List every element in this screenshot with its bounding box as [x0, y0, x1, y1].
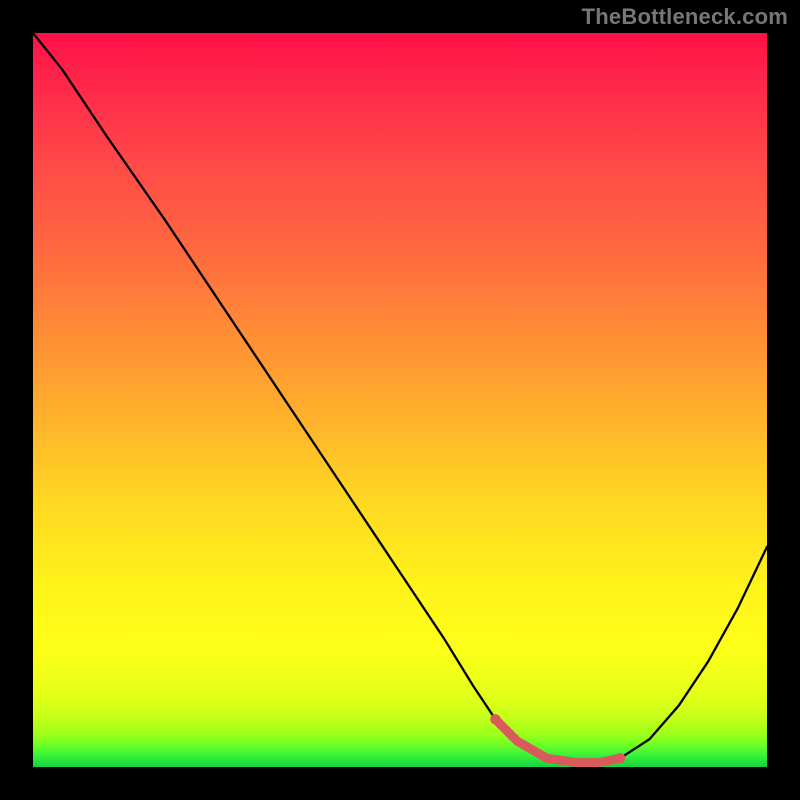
attribution-text: TheBottleneck.com: [582, 4, 788, 30]
chart-frame: TheBottleneck.com: [0, 0, 800, 800]
plot-gradient-background: [33, 33, 767, 767]
